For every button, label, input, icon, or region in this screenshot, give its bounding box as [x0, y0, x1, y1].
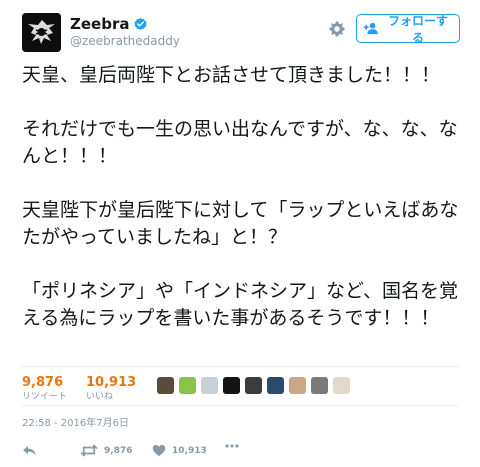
verified-badge-icon — [133, 17, 148, 32]
avatar[interactable] — [22, 13, 61, 52]
display-name-text[interactable]: Zeebra — [70, 15, 129, 33]
more-button[interactable] — [225, 444, 239, 448]
tweet-paragraph-4: 「ポリネシア」や「インドネシア」など、国名を覚える為にラップを書いた事があるそう… — [22, 280, 459, 329]
display-name[interactable]: Zeebra — [70, 15, 148, 33]
liker-avatar[interactable] — [311, 377, 328, 394]
follow-button-label: フォローする — [387, 13, 448, 45]
gear-icon[interactable] — [328, 20, 346, 38]
retweet-icon — [80, 444, 98, 457]
like-stat-label: いいね — [86, 392, 114, 402]
retweet-button[interactable]: 9,876 — [80, 444, 132, 457]
liker-avatar[interactable] — [179, 377, 196, 394]
follow-button[interactable]: フォローする — [356, 13, 460, 45]
retweet-stat[interactable]: 9,876 リツイート — [22, 375, 67, 403]
liker-avatar[interactable] — [201, 377, 218, 394]
heart-icon — [152, 444, 166, 457]
tweet-paragraph-3: 天皇陛下が皇后陛下に対して「ラップといえばあなたがやっていましたね」と！？ — [22, 199, 459, 248]
retweet-stat-label: リツイート — [22, 392, 68, 402]
divider — [22, 366, 458, 367]
reply-button[interactable] — [22, 444, 37, 457]
retweet-count: 9,876 — [104, 445, 133, 456]
avatar-logo-icon — [22, 13, 61, 52]
add-user-icon — [363, 22, 379, 35]
liker-avatars — [157, 377, 350, 394]
user-handle[interactable]: @zeebrathedaddy — [70, 34, 180, 49]
tweet-timestamp[interactable]: 22:58 - 2016年7月6日 — [22, 418, 129, 430]
liker-avatar[interactable] — [289, 377, 306, 394]
divider — [22, 405, 458, 406]
liker-avatar[interactable] — [245, 377, 262, 394]
liker-avatar[interactable] — [157, 377, 174, 394]
retweet-stat-count: 9,876 — [22, 375, 64, 390]
tweet-paragraph-1: 天皇、皇后両陛下とお話させて頂きました！！！ — [22, 64, 441, 86]
liker-avatar[interactable] — [267, 377, 284, 394]
liker-avatar[interactable] — [223, 377, 240, 394]
tweet-text: 天皇、皇后両陛下とお話させて頂きました！！！ それだけでも一生の思い出なんですが… — [22, 62, 472, 332]
more-icon — [225, 444, 239, 448]
like-stat[interactable]: 10,913 いいね — [86, 375, 136, 403]
liker-avatar[interactable] — [333, 377, 350, 394]
like-stat-count: 10,913 — [86, 375, 137, 390]
like-button[interactable]: 10,913 — [152, 444, 207, 457]
reply-icon — [22, 444, 37, 457]
tweet-paragraph-2: それだけでも一生の思い出なんですが、な、な、なんと！！！ — [22, 118, 458, 167]
like-count: 10,913 — [172, 445, 207, 456]
